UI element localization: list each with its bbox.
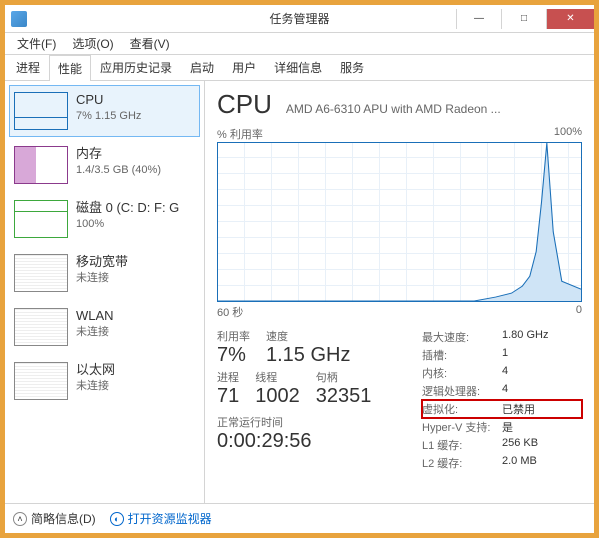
chevron-up-icon: ˄ bbox=[13, 512, 27, 526]
chart-label-100: 100% bbox=[554, 126, 582, 142]
open-resource-monitor-link[interactable]: ◐ 打开资源监视器 bbox=[110, 510, 212, 527]
sidebar-disk-title: 磁盘 0 (C: D: F: G bbox=[76, 200, 179, 217]
wlan-thumb-icon bbox=[14, 308, 68, 346]
l1-label: L1 缓存: bbox=[422, 437, 502, 453]
sidebar-item-mobile[interactable]: 移动宽带 未连接 bbox=[9, 247, 200, 299]
disk-thumb-icon bbox=[14, 200, 68, 238]
virt-value: 已禁用 bbox=[502, 401, 582, 417]
cores-value: 4 bbox=[502, 365, 582, 381]
hyperv-value: 是 bbox=[502, 419, 582, 435]
sidebar-mem-sub: 1.4/3.5 GB (40%) bbox=[76, 163, 161, 177]
l2-value: 2.0 MB bbox=[502, 455, 582, 471]
l2-label: L2 缓存: bbox=[422, 455, 502, 471]
logical-label: 逻辑处理器: bbox=[422, 383, 502, 399]
sidebar-item-ethernet[interactable]: 以太网 未连接 bbox=[9, 355, 200, 407]
stat-uptime-label: 正常运行时间 bbox=[217, 414, 398, 430]
monitor-icon: ◐ bbox=[110, 512, 124, 526]
stat-thread-value: 1002 bbox=[255, 385, 300, 408]
maxspeed-label: 最大速度: bbox=[422, 329, 502, 345]
tab-details[interactable]: 详细信息 bbox=[265, 54, 331, 80]
performance-sidebar: CPU 7% 1.15 GHz 内存 1.4/3.5 GB (40%) 磁盘 0… bbox=[5, 81, 205, 503]
mobile-thumb-icon bbox=[14, 254, 68, 292]
sockets-value: 1 bbox=[502, 347, 582, 363]
fewer-details-button[interactable]: ˄ 简略信息(D) bbox=[13, 510, 96, 527]
virt-label: 虚拟化: bbox=[422, 401, 502, 417]
sidebar-wlan-sub: 未连接 bbox=[76, 325, 114, 339]
stat-handle-label: 句柄 bbox=[316, 369, 372, 385]
ethernet-thumb-icon bbox=[14, 362, 68, 400]
tab-performance[interactable]: 性能 bbox=[49, 55, 91, 81]
tab-startup[interactable]: 启动 bbox=[181, 54, 223, 80]
task-manager-window: 任务管理器 — □ ✕ 文件(F) 选项(O) 查看(V) 进程 性能 应用历史… bbox=[0, 0, 599, 538]
app-icon bbox=[11, 11, 27, 27]
menu-options[interactable]: 选项(O) bbox=[64, 33, 121, 54]
close-button[interactable]: ✕ bbox=[546, 9, 594, 29]
panel-title: CPU bbox=[217, 89, 272, 120]
content-area: CPU 7% 1.15 GHz 内存 1.4/3.5 GB (40%) 磁盘 0… bbox=[5, 81, 594, 503]
tab-history[interactable]: 应用历史记录 bbox=[91, 54, 181, 80]
sidebar-item-cpu[interactable]: CPU 7% 1.15 GHz bbox=[9, 85, 200, 137]
memory-thumb-icon bbox=[14, 146, 68, 184]
menu-file[interactable]: 文件(F) bbox=[9, 33, 64, 54]
sockets-label: 插槽: bbox=[422, 347, 502, 363]
minimize-button[interactable]: — bbox=[456, 9, 501, 29]
sidebar-eth-sub: 未连接 bbox=[76, 379, 115, 393]
footer-bar: ˄ 简略信息(D) ◐ 打开资源监视器 bbox=[5, 503, 594, 533]
chart-label-60s: 60 秒 bbox=[217, 304, 243, 320]
sidebar-item-wlan[interactable]: WLAN 未连接 bbox=[9, 301, 200, 353]
stat-proc-label: 进程 bbox=[217, 369, 239, 385]
stat-speed-value: 1.15 GHz bbox=[266, 344, 350, 367]
cpu-thumb-icon bbox=[14, 92, 68, 130]
chart-label-0: 0 bbox=[576, 304, 582, 320]
window-title: 任务管理器 bbox=[269, 10, 329, 27]
cores-label: 内核: bbox=[422, 365, 502, 381]
sidebar-cpu-title: CPU bbox=[76, 92, 141, 109]
sidebar-mobile-sub: 未连接 bbox=[76, 271, 128, 285]
sidebar-disk-sub: 100% bbox=[76, 217, 179, 231]
stat-speed-label: 速度 bbox=[266, 328, 350, 344]
tab-services[interactable]: 服务 bbox=[331, 54, 373, 80]
stat-uptime-value: 0:00:29:56 bbox=[217, 430, 398, 453]
cpu-usage-chart bbox=[217, 142, 582, 302]
chart-label-util: % 利用率 bbox=[217, 126, 263, 142]
stat-handle-value: 32351 bbox=[316, 385, 372, 408]
sidebar-item-memory[interactable]: 内存 1.4/3.5 GB (40%) bbox=[9, 139, 200, 191]
maxspeed-value: 1.80 GHz bbox=[502, 329, 582, 345]
menu-view[interactable]: 查看(V) bbox=[122, 33, 178, 54]
sidebar-item-disk[interactable]: 磁盘 0 (C: D: F: G 100% bbox=[9, 193, 200, 245]
cpu-model: AMD A6-6310 APU with AMD Radeon ... bbox=[286, 102, 582, 116]
sidebar-eth-title: 以太网 bbox=[76, 362, 115, 379]
stat-proc-value: 71 bbox=[217, 385, 239, 408]
cpu-detail-panel: CPU AMD A6-6310 APU with AMD Radeon ... … bbox=[205, 81, 594, 503]
l1-value: 256 KB bbox=[502, 437, 582, 453]
tab-processes[interactable]: 进程 bbox=[7, 54, 49, 80]
fewer-details-label: 简略信息(D) bbox=[31, 510, 96, 527]
sidebar-mem-title: 内存 bbox=[76, 146, 161, 163]
title-bar[interactable]: 任务管理器 — □ ✕ bbox=[5, 5, 594, 33]
open-resource-monitor-label: 打开资源监视器 bbox=[128, 510, 212, 527]
menu-bar: 文件(F) 选项(O) 查看(V) bbox=[5, 33, 594, 55]
maximize-button[interactable]: □ bbox=[501, 9, 546, 29]
tab-bar: 进程 性能 应用历史记录 启动 用户 详细信息 服务 bbox=[5, 55, 594, 81]
sidebar-mobile-title: 移动宽带 bbox=[76, 254, 128, 271]
sidebar-wlan-title: WLAN bbox=[76, 308, 114, 325]
tab-users[interactable]: 用户 bbox=[223, 54, 265, 80]
sidebar-cpu-sub: 7% 1.15 GHz bbox=[76, 109, 141, 123]
logical-value: 4 bbox=[502, 383, 582, 399]
hyperv-label: Hyper-V 支持: bbox=[422, 419, 502, 435]
stat-util-label: 利用率 bbox=[217, 328, 250, 344]
stat-util-value: 7% bbox=[217, 344, 250, 367]
stat-thread-label: 线程 bbox=[255, 369, 300, 385]
